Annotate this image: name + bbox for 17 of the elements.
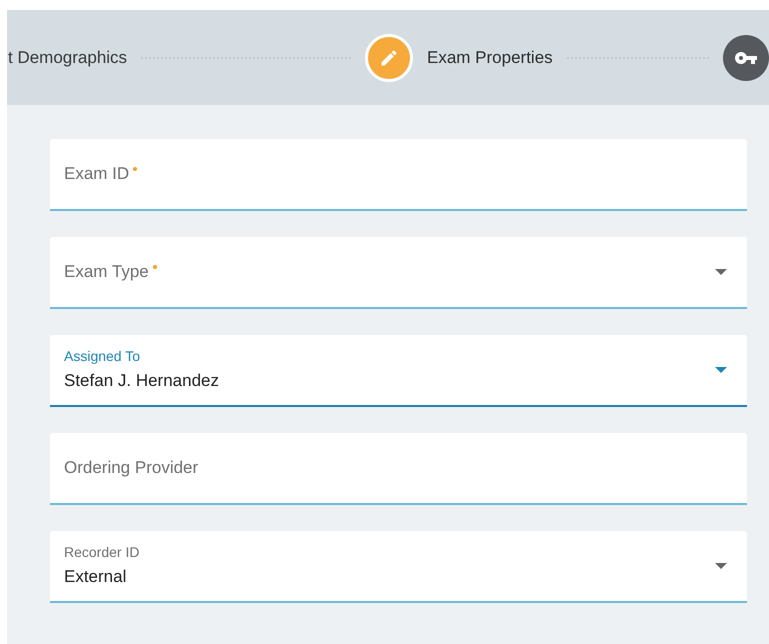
step-label[interactable]: t Demographics [8, 44, 128, 70]
step-label[interactable]: Exam Properties [427, 44, 553, 70]
dropdown-caret-icon [715, 563, 727, 569]
field-label: Ordering Provider [64, 457, 198, 480]
dropdown-caret-icon [715, 269, 727, 275]
input-field[interactable]: Exam ID [50, 139, 747, 211]
field-label: Exam Type [64, 261, 149, 284]
field-label: Recorder ID [64, 543, 140, 562]
select-field[interactable]: Assigned To Stefan J. Hernandez [50, 335, 747, 407]
select-field[interactable]: Recorder ID External [50, 531, 747, 603]
select-field[interactable]: Exam Type [50, 237, 747, 309]
field-value: Stefan J. Hernandez [64, 370, 220, 392]
input-field[interactable]: Ordering Provider [50, 433, 747, 505]
field-label: Exam ID [64, 163, 130, 186]
field-value: External [64, 566, 128, 588]
field-label: Assigned To [64, 347, 140, 366]
dropdown-caret-icon [715, 367, 727, 373]
